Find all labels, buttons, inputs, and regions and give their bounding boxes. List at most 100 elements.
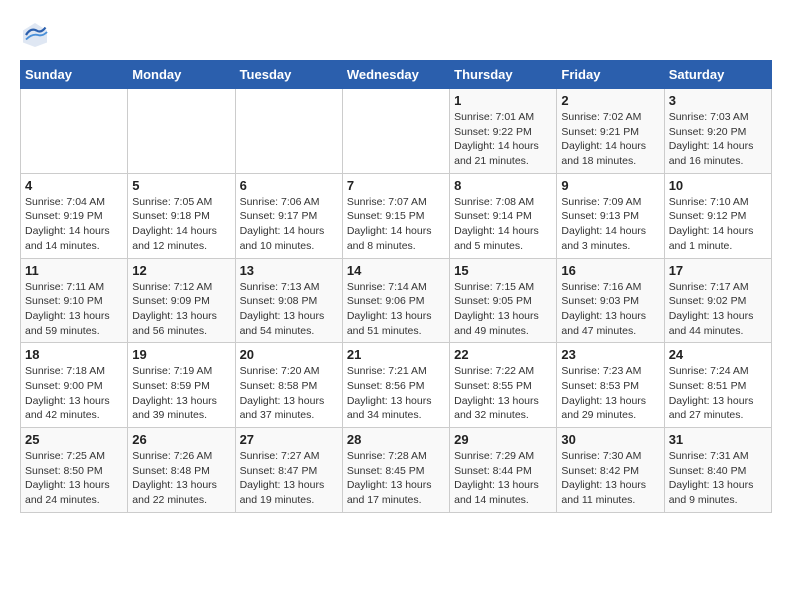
day-info: Sunrise: 7:21 AM Sunset: 8:56 PM Dayligh… <box>347 364 445 423</box>
day-number: 10 <box>669 178 767 193</box>
calendar-cell: 1Sunrise: 7:01 AM Sunset: 9:22 PM Daylig… <box>450 89 557 174</box>
day-info: Sunrise: 7:07 AM Sunset: 9:15 PM Dayligh… <box>347 195 445 254</box>
day-header-friday: Friday <box>557 61 664 89</box>
day-header-wednesday: Wednesday <box>342 61 449 89</box>
day-number: 24 <box>669 347 767 362</box>
day-number: 13 <box>240 263 338 278</box>
day-number: 30 <box>561 432 659 447</box>
day-number: 3 <box>669 93 767 108</box>
day-info: Sunrise: 7:22 AM Sunset: 8:55 PM Dayligh… <box>454 364 552 423</box>
calendar-cell: 30 Sunrise: 7:30 AM Sunset: 8:42 PM Dayli… <box>557 428 664 513</box>
calendar-cell: 28 Sunrise: 7:28 AM Sunset: 8:45 PM Dayli… <box>342 428 449 513</box>
day-info: Sunrise: 7:18 AM Sunset: 9:00 PM Dayligh… <box>25 364 123 423</box>
calendar-week-row: 25 Sunrise: 7:25 AM Sunset: 8:50 PM Dayli… <box>21 428 772 513</box>
day-header-monday: Monday <box>128 61 235 89</box>
day-number: 27 <box>240 432 338 447</box>
calendar-cell <box>342 89 449 174</box>
day-number: 12 <box>132 263 230 278</box>
day-number: 29 <box>454 432 552 447</box>
calendar-cell: 23Sunrise: 7:23 AM Sunset: 8:53 PM Dayli… <box>557 343 664 428</box>
calendar-table: SundayMondayTuesdayWednesdayThursdayFrid… <box>20 60 772 513</box>
calendar-cell: 8 Sunrise: 7:08 AM Sunset: 9:14 PM Daylig… <box>450 173 557 258</box>
day-info: Sunrise: 7:30 AM Sunset: 8:42 PM Dayligh… <box>561 449 659 508</box>
day-number: 17 <box>669 263 767 278</box>
calendar-header-row: SundayMondayTuesdayWednesdayThursdayFrid… <box>21 61 772 89</box>
day-info: Sunrise: 7:08 AM Sunset: 9:14 PM Dayligh… <box>454 195 552 254</box>
calendar-cell: 10 Sunrise: 7:10 AM Sunset: 9:12 PM Dayli… <box>664 173 771 258</box>
calendar-cell: 22 Sunrise: 7:22 AM Sunset: 8:55 PM Dayli… <box>450 343 557 428</box>
day-number: 11 <box>25 263 123 278</box>
day-number: 20 <box>240 347 338 362</box>
day-info: Sunrise: 7:17 AM Sunset: 9:02 PM Dayligh… <box>669 280 767 339</box>
day-info: Sunrise: 7:02 AM Sunset: 9:21 PM Dayligh… <box>561 110 659 169</box>
day-info: Sunrise: 7:24 AM Sunset: 8:51 PM Dayligh… <box>669 364 767 423</box>
day-info: Sunrise: 7:13 AM Sunset: 9:08 PM Dayligh… <box>240 280 338 339</box>
calendar-week-row: 11 Sunrise: 7:11 AM Sunset: 9:10 PM Dayli… <box>21 258 772 343</box>
day-number: 6 <box>240 178 338 193</box>
calendar-cell: 27 Sunrise: 7:27 AM Sunset: 8:47 PM Dayli… <box>235 428 342 513</box>
calendar-cell: 7 Sunrise: 7:07 AM Sunset: 9:15 PM Daylig… <box>342 173 449 258</box>
calendar-week-row: 4 Sunrise: 7:04 AM Sunset: 9:19 PM Daylig… <box>21 173 772 258</box>
day-number: 22 <box>454 347 552 362</box>
day-number: 14 <box>347 263 445 278</box>
day-number: 5 <box>132 178 230 193</box>
day-info: Sunrise: 7:16 AM Sunset: 9:03 PM Dayligh… <box>561 280 659 339</box>
calendar-cell: 26 Sunrise: 7:26 AM Sunset: 8:48 PM Dayli… <box>128 428 235 513</box>
day-info: Sunrise: 7:28 AM Sunset: 8:45 PM Dayligh… <box>347 449 445 508</box>
day-number: 28 <box>347 432 445 447</box>
day-number: 21 <box>347 347 445 362</box>
day-number: 9 <box>561 178 659 193</box>
day-number: 26 <box>132 432 230 447</box>
calendar-cell <box>21 89 128 174</box>
calendar-week-row: 18Sunrise: 7:18 AM Sunset: 9:00 PM Dayli… <box>21 343 772 428</box>
day-info: Sunrise: 7:23 AM Sunset: 8:53 PM Dayligh… <box>561 364 659 423</box>
calendar-cell: 13 Sunrise: 7:13 AM Sunset: 9:08 PM Dayli… <box>235 258 342 343</box>
day-header-saturday: Saturday <box>664 61 771 89</box>
day-info: Sunrise: 7:27 AM Sunset: 8:47 PM Dayligh… <box>240 449 338 508</box>
day-info: Sunrise: 7:15 AM Sunset: 9:05 PM Dayligh… <box>454 280 552 339</box>
day-info: Sunrise: 7:05 AM Sunset: 9:18 PM Dayligh… <box>132 195 230 254</box>
calendar-cell: 20Sunrise: 7:20 AM Sunset: 8:58 PM Dayli… <box>235 343 342 428</box>
calendar-cell: 25 Sunrise: 7:25 AM Sunset: 8:50 PM Dayli… <box>21 428 128 513</box>
logo <box>20 20 54 50</box>
day-info: Sunrise: 7:04 AM Sunset: 9:19 PM Dayligh… <box>25 195 123 254</box>
day-info: Sunrise: 7:25 AM Sunset: 8:50 PM Dayligh… <box>25 449 123 508</box>
calendar-cell: 29Sunrise: 7:29 AM Sunset: 8:44 PM Dayli… <box>450 428 557 513</box>
day-info: Sunrise: 7:31 AM Sunset: 8:40 PM Dayligh… <box>669 449 767 508</box>
day-number: 31 <box>669 432 767 447</box>
logo-icon <box>20 20 50 50</box>
day-info: Sunrise: 7:11 AM Sunset: 9:10 PM Dayligh… <box>25 280 123 339</box>
calendar-cell: 15 Sunrise: 7:15 AM Sunset: 9:05 PM Dayli… <box>450 258 557 343</box>
day-number: 7 <box>347 178 445 193</box>
day-info: Sunrise: 7:01 AM Sunset: 9:22 PM Dayligh… <box>454 110 552 169</box>
calendar-cell: 21 Sunrise: 7:21 AM Sunset: 8:56 PM Dayli… <box>342 343 449 428</box>
day-info: Sunrise: 7:10 AM Sunset: 9:12 PM Dayligh… <box>669 195 767 254</box>
calendar-cell: 17 Sunrise: 7:17 AM Sunset: 9:02 PM Dayli… <box>664 258 771 343</box>
page-header <box>20 20 772 50</box>
day-info: Sunrise: 7:26 AM Sunset: 8:48 PM Dayligh… <box>132 449 230 508</box>
day-number: 4 <box>25 178 123 193</box>
day-number: 15 <box>454 263 552 278</box>
calendar-cell <box>128 89 235 174</box>
calendar-cell: 24 Sunrise: 7:24 AM Sunset: 8:51 PM Dayli… <box>664 343 771 428</box>
day-number: 8 <box>454 178 552 193</box>
day-header-sunday: Sunday <box>21 61 128 89</box>
day-number: 19 <box>132 347 230 362</box>
day-info: Sunrise: 7:03 AM Sunset: 9:20 PM Dayligh… <box>669 110 767 169</box>
calendar-cell: 3 Sunrise: 7:03 AM Sunset: 9:20 PM Daylig… <box>664 89 771 174</box>
calendar-cell: 6 Sunrise: 7:06 AM Sunset: 9:17 PM Daylig… <box>235 173 342 258</box>
calendar-cell: 16Sunrise: 7:16 AM Sunset: 9:03 PM Dayli… <box>557 258 664 343</box>
calendar-cell: 4 Sunrise: 7:04 AM Sunset: 9:19 PM Daylig… <box>21 173 128 258</box>
calendar-cell: 18Sunrise: 7:18 AM Sunset: 9:00 PM Dayli… <box>21 343 128 428</box>
day-number: 25 <box>25 432 123 447</box>
calendar-cell: 14Sunrise: 7:14 AM Sunset: 9:06 PM Dayli… <box>342 258 449 343</box>
day-info: Sunrise: 7:06 AM Sunset: 9:17 PM Dayligh… <box>240 195 338 254</box>
calendar-cell: 12 Sunrise: 7:12 AM Sunset: 9:09 PM Dayli… <box>128 258 235 343</box>
calendar-cell: 2Sunrise: 7:02 AM Sunset: 9:21 PM Daylig… <box>557 89 664 174</box>
day-info: Sunrise: 7:19 AM Sunset: 8:59 PM Dayligh… <box>132 364 230 423</box>
day-header-thursday: Thursday <box>450 61 557 89</box>
calendar-cell: 5 Sunrise: 7:05 AM Sunset: 9:18 PM Daylig… <box>128 173 235 258</box>
day-info: Sunrise: 7:12 AM Sunset: 9:09 PM Dayligh… <box>132 280 230 339</box>
calendar-week-row: 1Sunrise: 7:01 AM Sunset: 9:22 PM Daylig… <box>21 89 772 174</box>
day-header-tuesday: Tuesday <box>235 61 342 89</box>
